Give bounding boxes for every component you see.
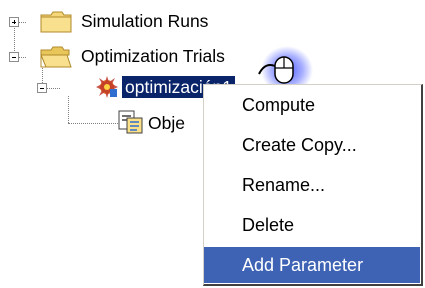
folder-icon [40,11,72,33]
menu-item-compute[interactable]: Compute [204,87,420,123]
collapse-icon[interactable] [37,83,47,93]
tree-item-label: Optimization Trials [81,46,225,66]
tree-item-label: Simulation Runs [81,11,209,31]
menu-item-delete[interactable]: Delete [204,207,420,243]
menu-item-add-parameter[interactable]: Add Parameter [204,247,420,283]
objective-icon [118,110,143,134]
folder-open-icon [40,46,72,68]
tree-item-label: Obje [148,113,185,133]
menu-item-create-copy[interactable]: Create Copy... [204,127,420,163]
menu-item-rename[interactable]: Rename... [204,167,420,203]
tree-connector [14,26,15,53]
tree-connector [68,123,118,124]
expand-icon[interactable] [9,17,19,27]
optimization-icon [96,76,118,98]
collapse-icon[interactable] [9,52,19,62]
context-menu: Compute Create Copy... Rename... Delete … [203,84,423,286]
tree-connector [68,96,69,123]
